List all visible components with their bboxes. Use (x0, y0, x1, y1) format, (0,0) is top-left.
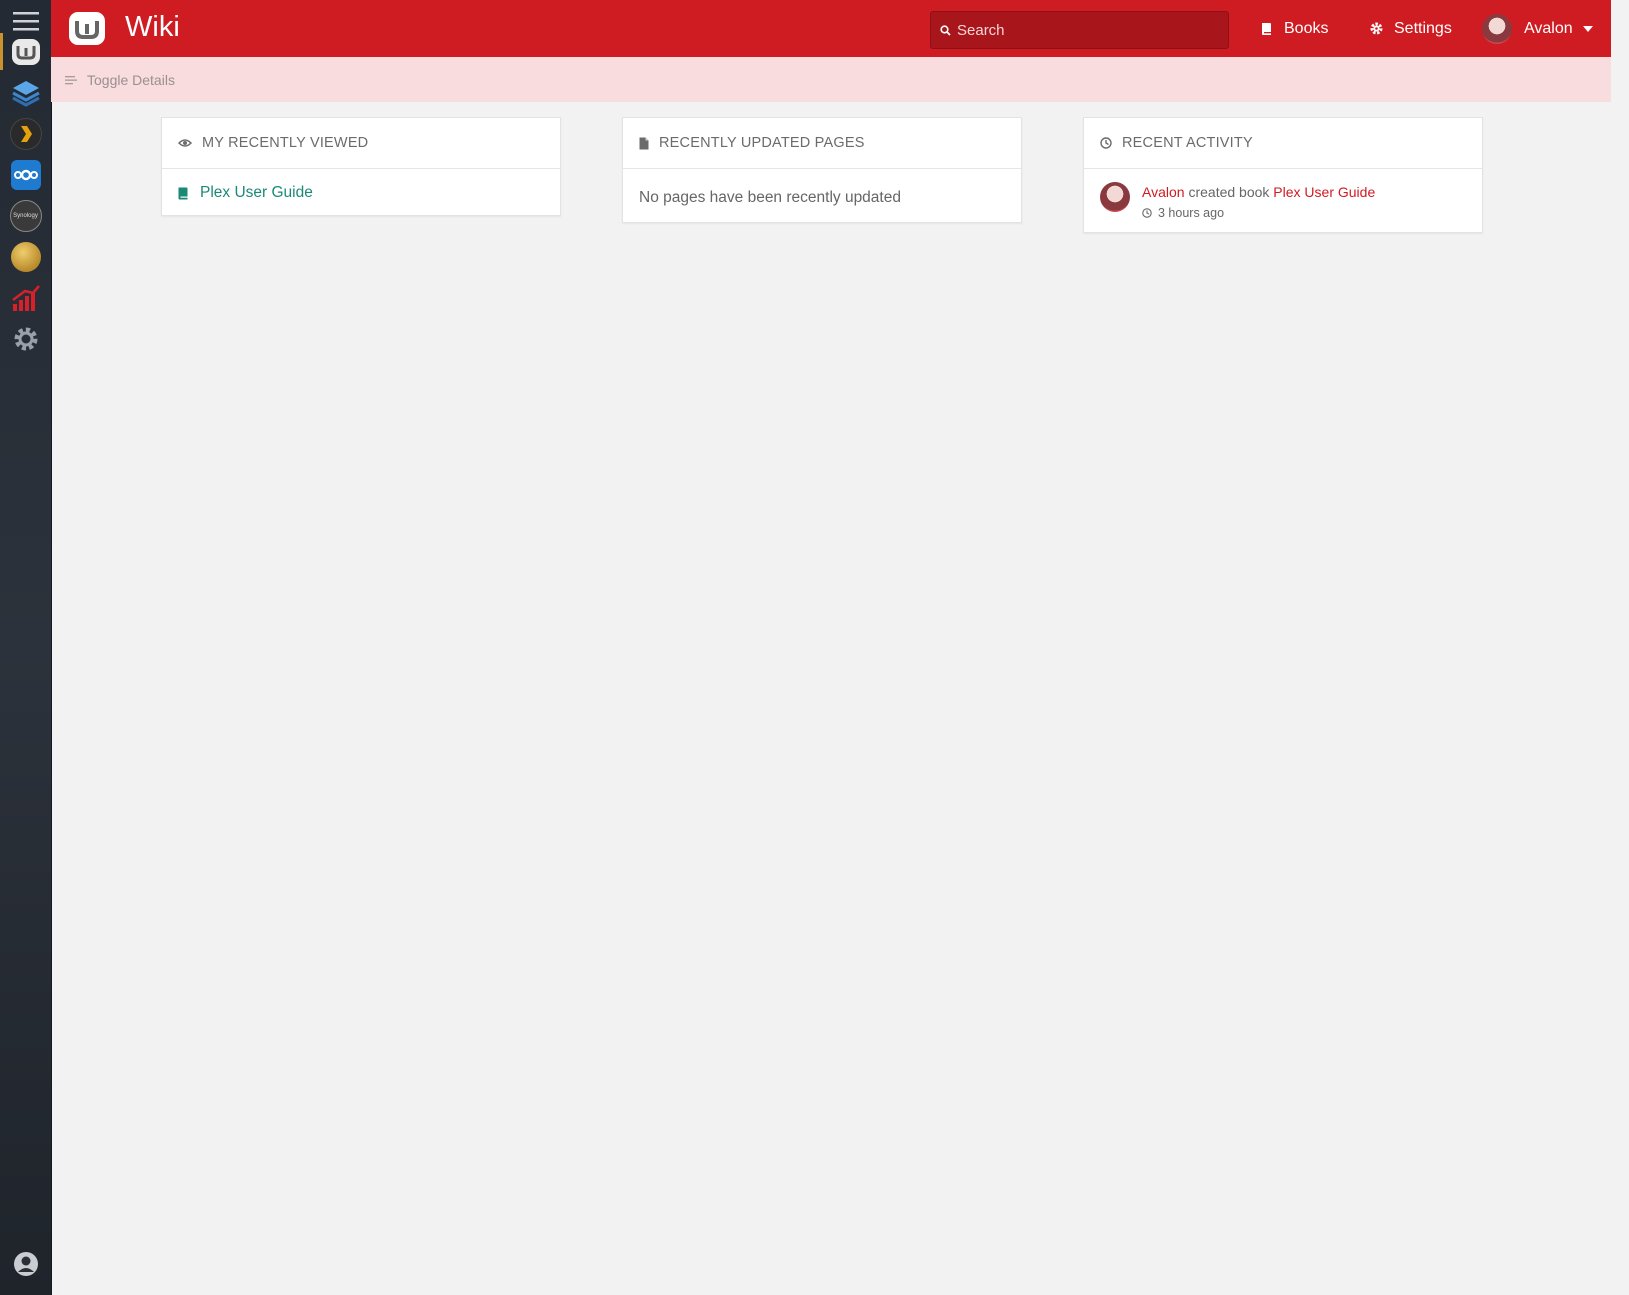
app-dock: Synology (0, 0, 52, 1295)
search-box[interactable] (930, 11, 1229, 49)
recently-viewed-title: MY RECENTLY VIEWED (202, 135, 369, 151)
header-bar: Wiki Books Settings Avalon (51, 0, 1611, 57)
recently-viewed-book-link[interactable]: Plex User Guide (200, 184, 313, 202)
recent-activity-header: RECENT ACTIVITY (1084, 118, 1482, 169)
search-icon (940, 24, 951, 36)
recently-updated-header: RECENTLY UPDATED PAGES (623, 118, 1021, 169)
empty-state-text: No pages have been recently updated (639, 189, 901, 206)
avatar (1482, 13, 1512, 44)
eye-icon (178, 139, 192, 147)
recently-viewed-header: MY RECENTLY VIEWED (162, 118, 560, 169)
book-icon (1261, 22, 1272, 36)
search-input[interactable] (957, 21, 1207, 39)
user-menu[interactable]: Avalon (1482, 0, 1593, 57)
scrollbar[interactable] (1611, 0, 1629, 1295)
book-icon (178, 187, 188, 200)
books-nav-label: Books (1284, 19, 1329, 37)
activity-user-link[interactable]: Avalon (1142, 184, 1185, 200)
recently-updated-title: RECENTLY UPDATED PAGES (659, 135, 865, 151)
user-account-icon[interactable] (0, 1243, 51, 1284)
coin-app-icon[interactable] (0, 236, 51, 277)
wiki-app-icon[interactable] (0, 31, 51, 72)
gear-icon (1369, 21, 1384, 36)
chevron-down-icon (1582, 25, 1593, 32)
recent-activity-card: RECENT ACTIVITY Avalon created book Plex… (1083, 117, 1483, 233)
wiki-logo[interactable] (69, 12, 105, 45)
app-title[interactable]: Wiki (125, 11, 180, 44)
clock-icon (1100, 137, 1112, 149)
activity-action-text: created book (1188, 184, 1270, 200)
activity-item: Avalon created book Plex User Guide 3 ho… (1084, 169, 1482, 233)
plex-app-icon[interactable] (0, 113, 51, 154)
settings-app-icon[interactable] (0, 318, 51, 359)
synology-app-icon[interactable]: Synology (0, 195, 51, 236)
toggle-details-icon[interactable] (65, 75, 77, 85)
page-icon (639, 137, 649, 149)
activity-timestamp: 3 hours ago (1158, 206, 1225, 220)
stats-app-icon[interactable] (0, 277, 51, 318)
recent-activity-title: RECENT ACTIVITY (1122, 135, 1253, 151)
stack-app-icon[interactable] (0, 72, 51, 113)
settings-nav-label: Settings (1394, 19, 1452, 37)
nextcloud-app-icon[interactable] (0, 154, 51, 195)
user-name: Avalon (1524, 19, 1573, 37)
clock-icon (1142, 208, 1152, 218)
toggle-details-button[interactable]: Toggle Details (87, 72, 175, 88)
settings-nav-link[interactable]: Settings (1369, 0, 1452, 57)
recently-viewed-card: MY RECENTLY VIEWED Plex User Guide (161, 117, 561, 216)
activity-target-link[interactable]: Plex User Guide (1273, 184, 1375, 200)
books-nav-link[interactable]: Books (1261, 0, 1328, 57)
list-item[interactable]: Plex User Guide (162, 169, 560, 217)
details-bar: Toggle Details (51, 57, 1611, 102)
avatar[interactable] (1100, 182, 1130, 212)
recently-updated-card: RECENTLY UPDATED PAGES No pages have bee… (622, 117, 1022, 223)
